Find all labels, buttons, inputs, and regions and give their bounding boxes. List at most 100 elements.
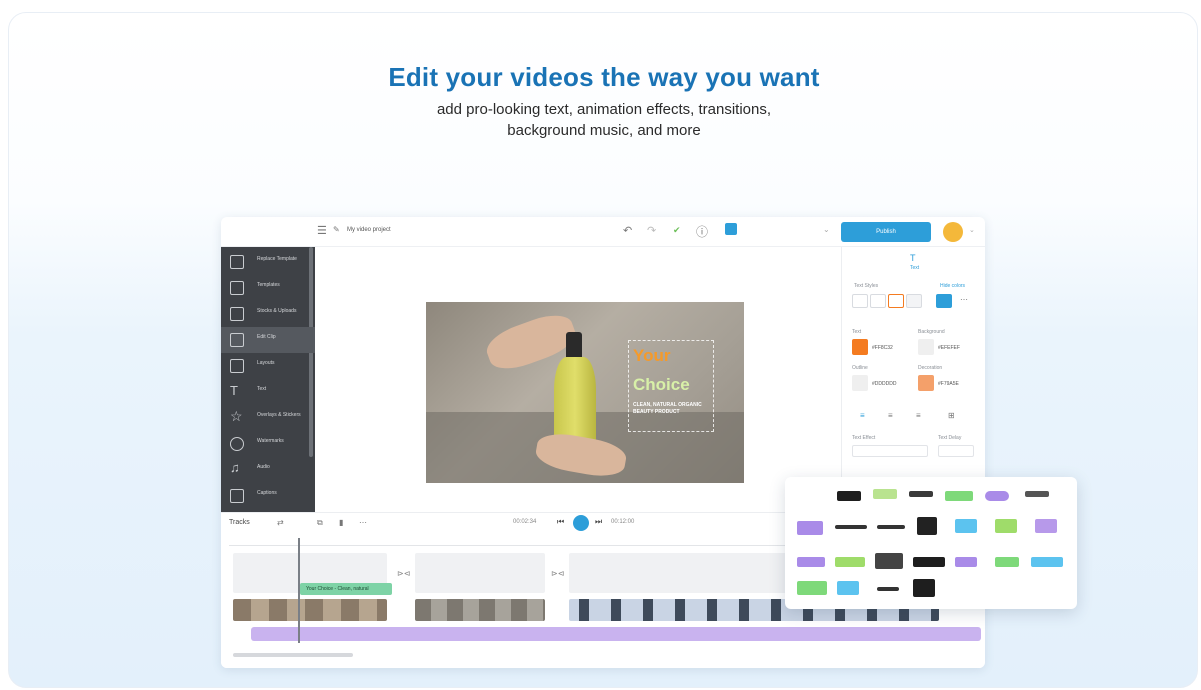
sidebar-label: Text bbox=[257, 386, 267, 392]
text-presets-popover bbox=[785, 477, 1077, 609]
help-icon[interactable]: ⓘ bbox=[696, 223, 708, 240]
text-clip[interactable]: Your Choice - Clean, natural bbox=[300, 583, 392, 595]
text-preset[interactable] bbox=[1025, 491, 1049, 497]
sidebar-item-watermarks[interactable]: Watermarks bbox=[221, 431, 315, 457]
outline-label: Outline bbox=[852, 365, 868, 371]
avatar-chevron-icon[interactable]: ⌄ bbox=[969, 226, 975, 234]
more-icon[interactable]: ⋯ bbox=[960, 295, 968, 304]
edit-name-icon[interactable]: ✎ bbox=[333, 225, 340, 234]
text-preset[interactable] bbox=[955, 557, 977, 567]
text-preset[interactable] bbox=[835, 525, 867, 529]
text-preset[interactable] bbox=[1031, 557, 1063, 567]
prev-icon[interactable]: ⏮ bbox=[557, 517, 564, 527]
text-preset[interactable] bbox=[837, 581, 859, 595]
text-preset[interactable] bbox=[985, 491, 1009, 501]
text-effect-select[interactable] bbox=[852, 445, 928, 457]
publish-button[interactable]: Publish bbox=[841, 222, 931, 242]
more-options-icon[interactable]: ⋯ bbox=[359, 518, 367, 527]
text-delay-input[interactable] bbox=[938, 445, 974, 457]
text-preset[interactable] bbox=[835, 557, 865, 567]
text-color-swatch[interactable] bbox=[852, 339, 868, 355]
style-chip[interactable] bbox=[870, 294, 886, 308]
sidebar-item-overlays[interactable]: ☆ Overlays & Stickers bbox=[221, 405, 315, 431]
text-color-label: Text bbox=[852, 329, 862, 335]
align-left-icon[interactable]: ≡ bbox=[860, 411, 865, 420]
transition-icon[interactable]: ⊳⊲ bbox=[397, 569, 410, 578]
download-icon[interactable] bbox=[725, 223, 737, 235]
outline-color-swatch[interactable] bbox=[852, 375, 868, 391]
total-time: 00:12:00 bbox=[611, 519, 635, 525]
text-preset[interactable] bbox=[797, 581, 827, 595]
sidebar-label: Templates bbox=[257, 282, 280, 288]
delete-icon[interactable]: ▮ bbox=[339, 518, 343, 527]
hide-colors-link[interactable]: Hide colors bbox=[940, 283, 965, 289]
text-preset[interactable] bbox=[913, 557, 945, 567]
project-name[interactable]: My video project bbox=[347, 227, 391, 233]
sidebar-item-text[interactable]: T Text bbox=[221, 379, 315, 405]
sidebar-item-templates[interactable]: Templates bbox=[221, 275, 315, 301]
align-center-icon[interactable]: ≡ bbox=[888, 411, 893, 420]
captions-icon bbox=[230, 489, 244, 503]
style-chip-selected[interactable] bbox=[888, 294, 904, 308]
chevron-down-icon[interactable]: ⌄ bbox=[823, 225, 830, 234]
spacing-icon[interactable]: ⊞ bbox=[948, 411, 955, 420]
menu-icon[interactable]: ☰ bbox=[317, 224, 327, 237]
avatar[interactable] bbox=[943, 222, 963, 242]
decoration-color-hex[interactable]: #F79A5E bbox=[938, 381, 959, 387]
sidebar-item-audio[interactable]: ♫ Audio bbox=[221, 457, 315, 483]
text-preset[interactable] bbox=[875, 553, 903, 569]
video-clip-2[interactable] bbox=[415, 553, 545, 593]
undo-icon[interactable]: ↶ bbox=[623, 224, 632, 237]
background-color-swatch[interactable] bbox=[918, 339, 934, 355]
text-preset[interactable] bbox=[797, 557, 825, 567]
sidebar-item-captions[interactable]: Captions bbox=[221, 483, 315, 509]
outline-color-hex[interactable]: #DDDDDD bbox=[872, 381, 896, 387]
text-preset[interactable] bbox=[917, 517, 937, 535]
sidebar-label: Watermarks bbox=[257, 438, 284, 444]
sidebar-item-replace-template[interactable]: Replace Template bbox=[221, 249, 315, 275]
video-text-your[interactable]: Your bbox=[633, 346, 670, 366]
text-preset[interactable] bbox=[873, 489, 897, 499]
text-preset[interactable] bbox=[995, 519, 1017, 533]
layout-icon bbox=[230, 359, 244, 373]
audio-track[interactable] bbox=[251, 627, 981, 641]
text-preset[interactable] bbox=[995, 557, 1019, 567]
text-preset[interactable] bbox=[797, 521, 823, 535]
sidebar-item-layouts[interactable]: Layouts bbox=[221, 353, 315, 379]
video-text-small[interactable]: CLEAN, NATURAL ORGANIC BEAUTY PRODUCT bbox=[633, 402, 713, 416]
page-subtitle: add pro-looking text, animation effects,… bbox=[9, 99, 1197, 141]
duplicate-icon[interactable]: ⧉ bbox=[317, 518, 323, 528]
text-color-hex[interactable]: #FF8C32 bbox=[872, 345, 893, 351]
redo-icon[interactable]: ↷ bbox=[647, 224, 656, 237]
text-preset[interactable] bbox=[913, 579, 935, 597]
tab-text[interactable]: Text bbox=[910, 265, 919, 271]
text-preset[interactable] bbox=[877, 525, 905, 529]
text-preset[interactable] bbox=[1035, 519, 1057, 533]
tracks-toggle[interactable]: Tracks bbox=[229, 519, 250, 526]
play-button[interactable] bbox=[573, 515, 589, 531]
text-tab-icon[interactable]: T bbox=[910, 253, 916, 263]
background-color-hex[interactable]: #EFEFEF bbox=[938, 345, 960, 351]
align-right-icon[interactable]: ≡ bbox=[916, 411, 921, 420]
sidebar-item-stocks[interactable]: Stocks & Uploads bbox=[221, 301, 315, 327]
clip-2-thumbnails bbox=[415, 599, 545, 621]
decoration-color-swatch[interactable] bbox=[918, 375, 934, 391]
playhead[interactable] bbox=[298, 538, 300, 643]
templates-icon bbox=[230, 281, 244, 295]
video-preview[interactable]: Your Choice CLEAN, NATURAL ORGANIC BEAUT… bbox=[426, 302, 744, 483]
text-preset[interactable] bbox=[837, 491, 861, 501]
text-preset[interactable] bbox=[955, 519, 977, 533]
video-text-choice[interactable]: Choice bbox=[633, 375, 690, 395]
style-chip[interactable] bbox=[852, 294, 868, 308]
timeline-scrollbar[interactable] bbox=[233, 653, 353, 657]
sidebar-item-edit-clip[interactable]: Edit Clip bbox=[221, 327, 315, 353]
text-preset[interactable] bbox=[945, 491, 973, 501]
image-icon bbox=[230, 307, 244, 321]
style-chip-blue[interactable] bbox=[936, 294, 952, 308]
next-icon[interactable]: ⏭ bbox=[595, 517, 602, 527]
transition-icon[interactable]: ⊳⊲ bbox=[551, 569, 564, 578]
add-track-icon[interactable]: ⇄ bbox=[277, 518, 284, 527]
style-chip[interactable] bbox=[906, 294, 922, 308]
text-preset[interactable] bbox=[909, 491, 933, 497]
text-preset[interactable] bbox=[877, 587, 899, 591]
